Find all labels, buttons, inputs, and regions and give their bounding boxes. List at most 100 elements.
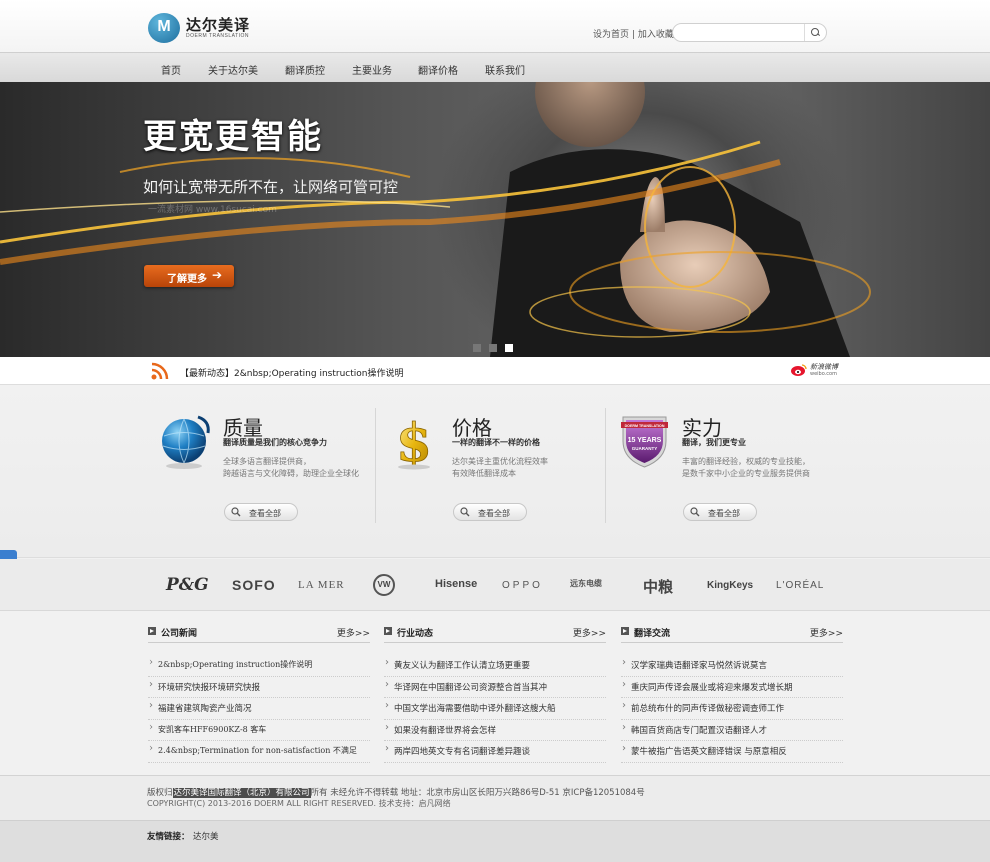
- main-nav: 首页 关于达尔美 翻译质控 主要业务 翻译价格 联系我们: [0, 52, 990, 82]
- news-item[interactable]: 前总统布什的同声传译做秘密调查师工作: [621, 698, 843, 720]
- feature-tagline: 一样的翻译不一样的价格: [452, 438, 540, 447]
- logo-mark-icon: [148, 13, 180, 43]
- weibo-url: weibo.com: [810, 371, 837, 377]
- arrow-right-icon: ➔: [212, 268, 223, 282]
- add-favorite-link[interactable]: 加入收藏: [638, 30, 674, 40]
- brand-logo-kingkeys[interactable]: KingKeys: [707, 580, 753, 591]
- feature-description: 全球多语言翻译提供商， 跨越语言与文化障碍，助理企业全球化: [223, 457, 359, 478]
- company-name[interactable]: 达尔美译国际翻译（北京）有限公司: [172, 788, 311, 798]
- magnifier-icon: [460, 507, 470, 517]
- more-link[interactable]: 更多>>: [810, 626, 843, 639]
- brand-logo-pg[interactable]: P&G: [166, 575, 209, 595]
- news-column-translation: 翻译交流 更多>> 汉学家瑞典语翻译家马悦然诉说莫言 重庆同声传译会展业或将迎来…: [621, 619, 843, 763]
- news-item[interactable]: 黄友义认为翻译工作认清立场更重要: [384, 655, 606, 677]
- view-all-button[interactable]: 查看全部: [224, 503, 298, 521]
- bullet-arrow-icon: [621, 627, 629, 635]
- nav-price[interactable]: 翻译价格: [418, 62, 458, 77]
- news-item[interactable]: 2.4&nbsp;Termination for non-satisfactio…: [148, 741, 370, 763]
- news-item[interactable]: 中国文学出海需要借助中译外翻译这艘大船: [384, 698, 606, 720]
- news-item[interactable]: 蒙牛被指广告语英文翻译错误 与原意相反: [621, 741, 843, 763]
- nav-contact[interactable]: 联系我们: [485, 62, 525, 77]
- nav-quality-control[interactable]: 翻译质控: [285, 62, 325, 77]
- slide-dot-1[interactable]: [473, 344, 481, 352]
- magnifier-icon: [231, 507, 241, 517]
- brand-logo-sofo[interactable]: SOFO: [232, 577, 276, 593]
- rss-icon: [151, 362, 169, 380]
- feature-description: 达尔美译主重优化流程效率 有效降低翻译成本: [452, 457, 548, 478]
- view-all-label: 查看全部: [249, 509, 281, 518]
- brand-logo-lamer[interactable]: LA MER: [298, 579, 345, 591]
- news-column-title: 行业动态: [397, 629, 434, 639]
- slide-dot-3[interactable]: [505, 344, 513, 352]
- search-input[interactable]: [681, 27, 801, 39]
- dollar-icon: $: [396, 413, 433, 471]
- set-home-link[interactable]: 设为首页: [593, 30, 629, 40]
- news-item[interactable]: 华译网在中国翻译公司资源整合首当其冲: [384, 677, 606, 698]
- svg-text:GUARANTY: GUARANTY: [632, 446, 658, 451]
- brand-logo-yuandong[interactable]: 远东电缆: [570, 578, 602, 589]
- news-ticker: 【最新动态】2&nbsp;Operating instruction操作说明 新…: [0, 357, 990, 385]
- news-header: 公司新闻 更多>>: [148, 619, 370, 643]
- feature-strength: DOERM TRANSLATION 15 YEARS GUARANTY 实力 翻…: [607, 386, 835, 558]
- news-item[interactable]: 安凯客车HFF6900KZ-8 客车: [148, 720, 370, 741]
- weibo-icon: [791, 364, 807, 376]
- slide-dot-2[interactable]: [489, 344, 497, 352]
- bullet-arrow-icon: [384, 627, 392, 635]
- news-item[interactable]: 重庆同声传译会展业或将迎来爆发式增长期: [621, 677, 843, 698]
- svg-text:15 YEARS: 15 YEARS: [628, 437, 662, 444]
- divider: [375, 408, 376, 523]
- banner-watermark: 一流素材网 www.16sucai.com: [148, 205, 277, 215]
- svg-text:$: $: [396, 413, 432, 471]
- link-separator: |: [631, 30, 635, 40]
- learn-more-button[interactable]: 了解更多 ➔: [144, 265, 234, 287]
- latest-news-link[interactable]: 【最新动态】2&nbsp;Operating instruction操作说明: [180, 366, 403, 379]
- view-all-button[interactable]: 查看全部: [453, 503, 527, 521]
- logo-name: 达尔美译: [186, 16, 251, 34]
- feature-quality: 质量 翻译质量是我们的核心竞争力 全球多语言翻译提供商， 跨越语言与文化障碍，助…: [148, 386, 376, 558]
- news-item[interactable]: 两岸四地英文专有名词翻译差异趣谈: [384, 741, 606, 763]
- brand-logo-cofco[interactable]: 中粮: [643, 576, 673, 597]
- news-item[interactable]: 韩国百货商店专门配置汉语翻译人才: [621, 720, 843, 741]
- brand-logo-loreal[interactable]: L'ORÉAL: [776, 580, 824, 591]
- globe-icon: [162, 415, 210, 469]
- magnifier-icon: [690, 507, 700, 517]
- more-link[interactable]: 更多>>: [573, 626, 606, 639]
- top-links: 设为首页 | 加入收藏: [593, 27, 674, 40]
- news-header: 翻译交流 更多>>: [621, 619, 843, 643]
- more-link[interactable]: 更多>>: [337, 626, 370, 639]
- banner-subtitle: 如何让宽带无所不在，让网络可管可控: [143, 178, 399, 196]
- news-item[interactable]: 福建省建筑陶瓷产业简况: [148, 698, 370, 720]
- news-list: 汉学家瑞典语翻译家马悦然诉说莫言 重庆同声传译会展业或将迎来爆发式增长期 前总统…: [621, 655, 843, 763]
- hero-banner[interactable]: 更宽更智能 如何让宽带无所不在，让网络可管可控 一流素材网 www.16suca…: [0, 82, 990, 357]
- footer: 版权归达尔美译国际翻译（北京）有限公司所有 未经允许不得转载 地址：北京市房山区…: [0, 775, 990, 820]
- feature-price: $ 价格 一样的翻译不一样的价格 达尔美译主重优化流程效率 有效降低翻译成本 查…: [377, 386, 605, 558]
- brand-logo-vw[interactable]: VW: [373, 574, 395, 596]
- news-list: 2&nbsp;Operating instruction操作说明 环境研究快报环…: [148, 655, 370, 763]
- brand-logo-oppo[interactable]: OPPO: [502, 580, 543, 591]
- news-column-industry: 行业动态 更多>> 黄友义认为翻译工作认清立场更重要 华译网在中国翻译公司资源整…: [384, 619, 606, 763]
- nav-about[interactable]: 关于达尔美: [208, 62, 258, 77]
- nav-home[interactable]: 首页: [161, 62, 181, 77]
- feature-description: 丰富的翻译经验，权威的专业技能， 是数千家中小企业的专业服务提供商: [682, 457, 810, 478]
- search-box: [672, 23, 827, 42]
- nav-business[interactable]: 主要业务: [352, 62, 392, 77]
- search-icon[interactable]: [804, 24, 826, 41]
- news-item[interactable]: 环境研究快报环境研究快报: [148, 677, 370, 698]
- news-list: 黄友义认为翻译工作认清立场更重要 华译网在中国翻译公司资源整合首当其冲 中国文学…: [384, 655, 606, 763]
- view-all-button[interactable]: 查看全部: [683, 503, 757, 521]
- footer-copyright-line: 版权归达尔美译国际翻译（北京）有限公司所有 未经允许不得转载 地址：北京市房山区…: [147, 788, 645, 798]
- feature-tagline: 翻译质量是我们的核心竞争力: [223, 438, 327, 447]
- logo[interactable]: 达尔美译 DOERM TRANSLATION: [148, 13, 250, 43]
- weibo-label: 新浪微博: [810, 363, 838, 371]
- news-column-title: 翻译交流: [634, 629, 671, 639]
- brand-logo-hisense[interactable]: Hisense: [435, 578, 477, 590]
- shield-badge-icon: DOERM TRANSLATION 15 YEARS GUARANTY: [621, 416, 668, 468]
- logo-subtitle: DOERM TRANSLATION: [186, 33, 250, 39]
- friend-link[interactable]: 达尔美: [193, 830, 219, 842]
- banner-title: 更宽更智能: [143, 117, 323, 157]
- news-item[interactable]: 2&nbsp;Operating instruction操作说明: [148, 655, 370, 677]
- bullet-arrow-icon: [148, 627, 156, 635]
- news-item[interactable]: 汉学家瑞典语翻译家马悦然诉说莫言: [621, 655, 843, 677]
- weibo-link[interactable]: 新浪微博 weibo.com: [790, 363, 838, 377]
- news-item[interactable]: 如果没有翻译世界将会怎样: [384, 720, 606, 741]
